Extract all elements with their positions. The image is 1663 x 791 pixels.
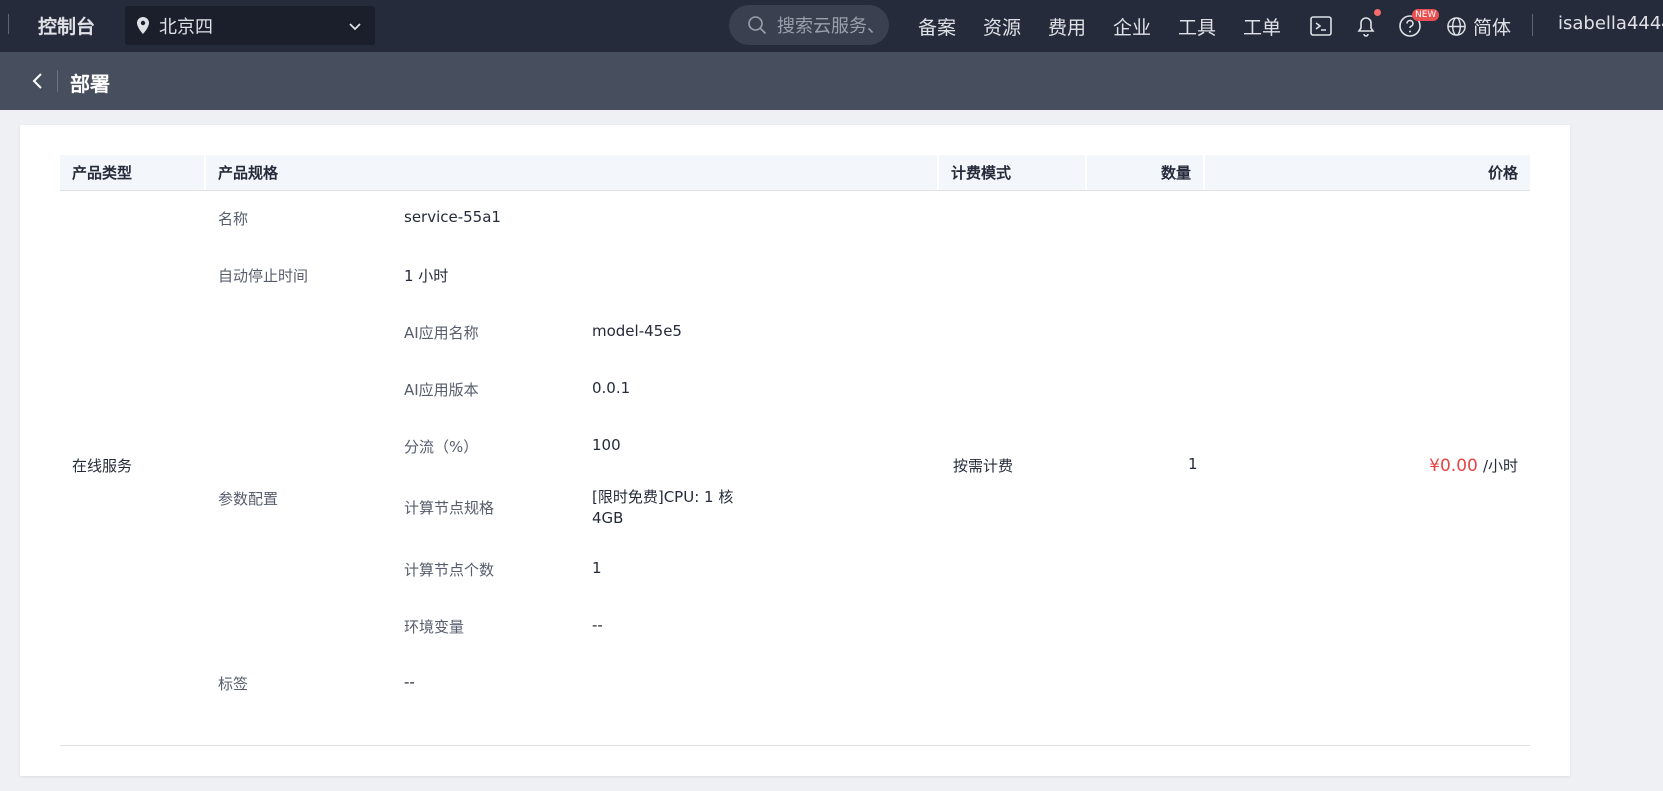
nav-item-tools[interactable]: 工具: [1178, 13, 1243, 40]
divider: [60, 745, 1530, 746]
column-header-price: 价格: [1205, 155, 1530, 190]
param-value: 0.0.1: [592, 379, 631, 397]
region-selector[interactable]: 北京四: [125, 6, 375, 45]
column-header-billing-mode: 计费模式: [939, 155, 1085, 190]
billing-mode-value: 按需计费: [953, 457, 1014, 475]
param-label: 分流（%）: [404, 438, 479, 456]
tags-label: 标签: [218, 675, 249, 693]
nav-item-resources[interactable]: 资源: [983, 13, 1048, 40]
param-label: 环境变量: [404, 618, 465, 636]
column-header-product-spec: 产品规格: [206, 155, 937, 190]
order-summary-panel: 产品类型 产品规格 计费模式 数量 价格 在线服务 名称 service-55a…: [20, 125, 1570, 776]
top-navigation-bar: 控制台 北京四 搜索云服务、 备案 资源 费用 企业 工具 工单 NEW 简体 …: [0, 0, 1663, 52]
search-box[interactable]: 搜索云服务、: [729, 5, 889, 45]
name-value: service-55a1: [404, 208, 501, 226]
quantity-value: 1: [1188, 455, 1198, 473]
globe-icon: [1447, 17, 1466, 36]
language-switcher[interactable]: 简体: [1446, 13, 1511, 40]
search-icon: [748, 16, 767, 35]
top-nav-links: 备案 资源 费用 企业 工具 工单: [918, 13, 1308, 40]
divider: [57, 70, 58, 92]
region-name: 北京四: [159, 16, 213, 38]
chevron-down-icon: [349, 23, 361, 31]
language-label: 简体: [1473, 17, 1512, 39]
search-placeholder: 搜索云服务、: [777, 16, 885, 37]
auto-stop-value: 1 小时: [404, 267, 449, 285]
column-header-product-type: 产品类型: [60, 155, 204, 190]
notification-dot: [1374, 9, 1381, 16]
params-config-label: 参数配置: [218, 490, 279, 508]
param-value-line2: 4GB: [592, 509, 624, 527]
tags-value: --: [404, 673, 415, 691]
param-value: 1: [592, 559, 602, 577]
price-value: ¥0.00 /小时: [1429, 455, 1518, 476]
console-home-link[interactable]: 控制台: [38, 12, 95, 39]
param-value: [限时免费]CPU: 1 核: [592, 488, 734, 506]
product-type-value: 在线服务: [72, 457, 133, 475]
nav-item-billing[interactable]: 费用: [1048, 13, 1113, 40]
back-arrow-icon[interactable]: [28, 71, 48, 91]
name-label: 名称: [218, 210, 249, 228]
divider: [8, 14, 9, 34]
nav-item-enterprise[interactable]: 企业: [1113, 13, 1178, 40]
page-title: 部署: [70, 72, 110, 96]
param-value: model-45e5: [592, 322, 682, 340]
column-header-quantity: 数量: [1087, 155, 1203, 190]
param-label: AI应用版本: [404, 381, 479, 399]
price-amount: ¥0.00: [1429, 456, 1478, 476]
terminal-icon[interactable]: [1308, 13, 1334, 39]
param-label: AI应用名称: [404, 324, 479, 342]
new-badge: NEW: [1412, 9, 1440, 21]
nav-item-beian[interactable]: 备案: [918, 13, 983, 40]
divider: [1532, 14, 1533, 36]
nav-item-tickets[interactable]: 工单: [1243, 13, 1308, 40]
divider: [60, 190, 1530, 191]
table-header: 产品类型 产品规格 计费模式 数量 价格: [60, 155, 1530, 190]
param-label: 计算节点个数: [404, 561, 495, 579]
param-label: 计算节点规格: [404, 499, 495, 517]
auto-stop-label: 自动停止时间: [218, 267, 309, 285]
param-value: --: [592, 616, 603, 634]
user-menu[interactable]: isabella4444x: [1558, 13, 1663, 34]
price-unit: /小时: [1482, 457, 1518, 475]
param-value: 100: [592, 436, 621, 454]
page-header: 部署: [0, 52, 1663, 110]
location-pin-icon: [137, 16, 149, 34]
bell-icon[interactable]: [1353, 13, 1379, 39]
